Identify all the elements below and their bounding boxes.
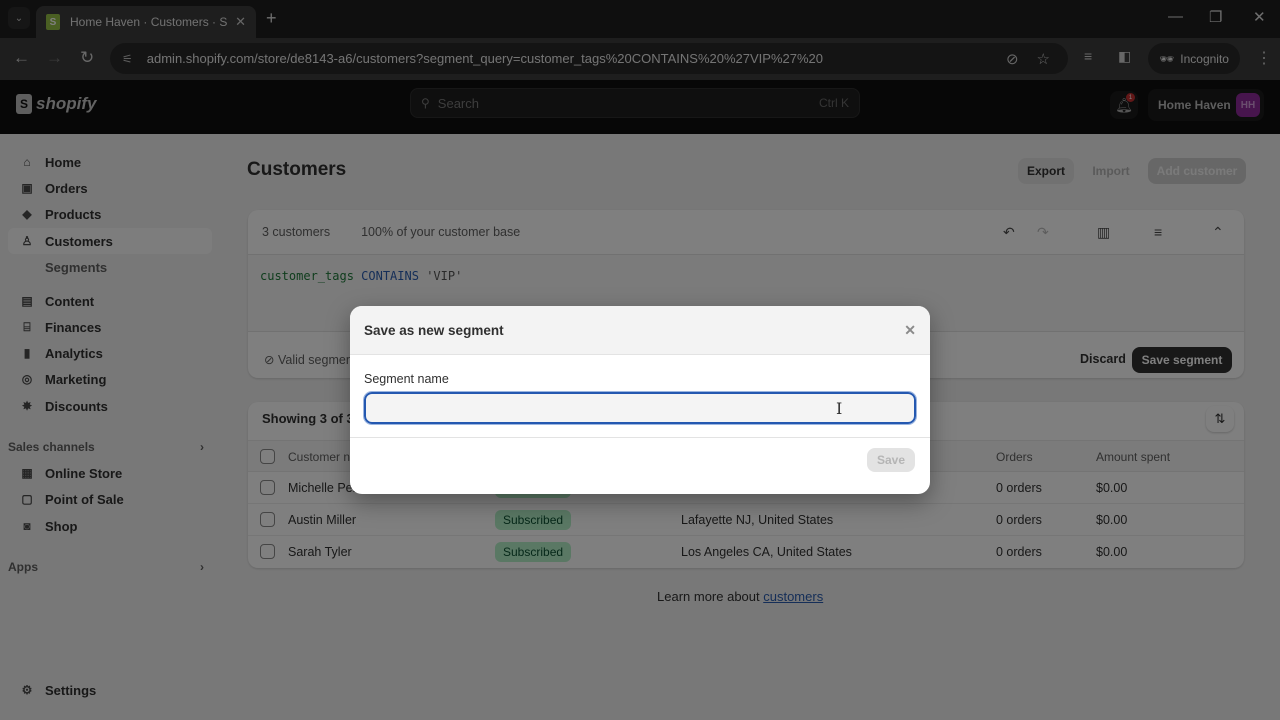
modal-title: Save as new segment (364, 322, 504, 338)
save-button[interactable]: Save (867, 448, 915, 472)
modal-header: Save as new segment ✕ (350, 306, 930, 355)
close-icon[interactable]: ✕ (904, 322, 916, 339)
text-cursor-icon: I (836, 399, 843, 418)
modal-body: Segment name (350, 355, 930, 438)
save-segment-modal: Save as new segment ✕ Segment name Save (350, 306, 930, 494)
segment-name-label: Segment name (364, 372, 449, 386)
modal-footer: Save (350, 438, 930, 494)
segment-name-input[interactable] (363, 391, 917, 425)
